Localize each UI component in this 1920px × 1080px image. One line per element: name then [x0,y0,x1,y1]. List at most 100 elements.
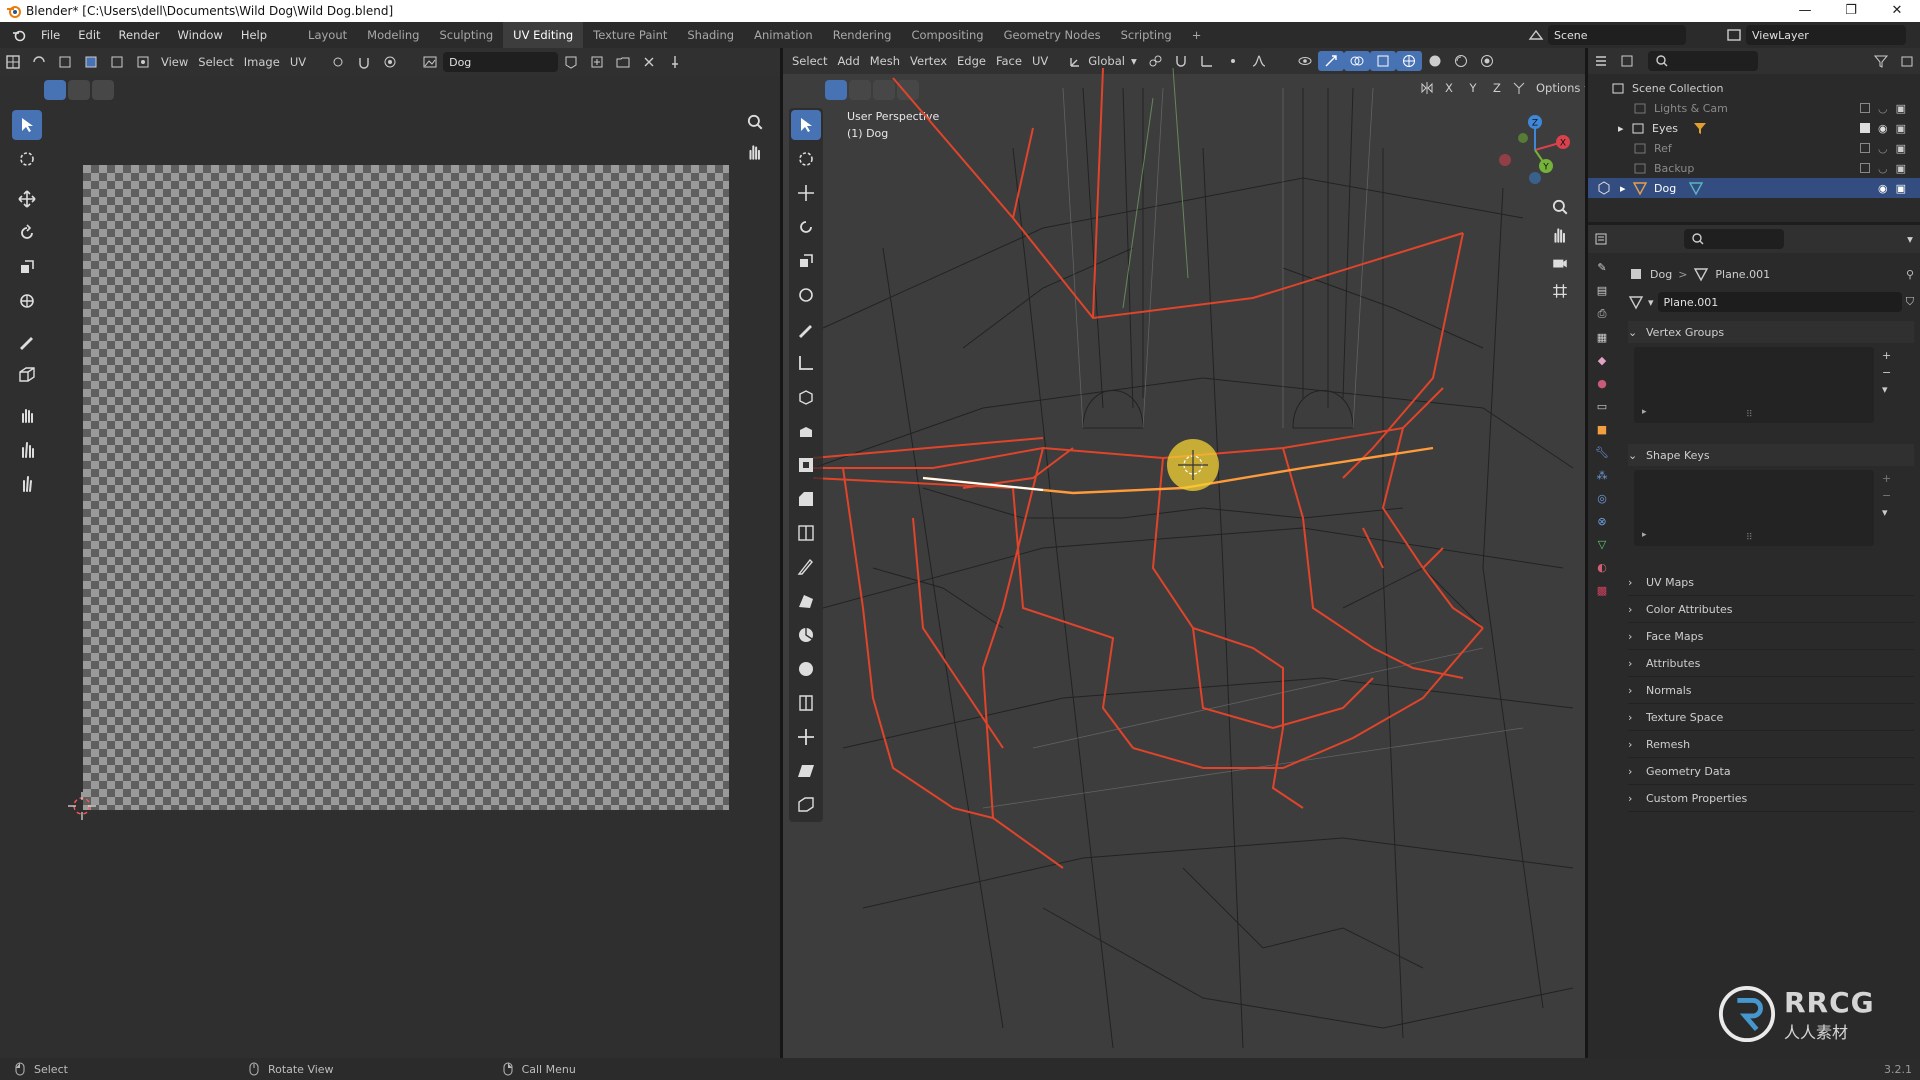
render-camera-icon[interactable]: ▣ [1896,122,1906,135]
open-image-icon[interactable] [610,52,636,72]
dog-mesh-wireframe[interactable] [783,48,1585,1058]
inset-tool-icon[interactable] [791,450,821,480]
view-layer-tab-icon[interactable]: ▦ [1597,331,1607,344]
sync-selection-icon[interactable] [26,52,52,72]
panel-face-maps[interactable]: › Face Maps [1628,623,1914,650]
camera-view-icon[interactable] [1551,254,1569,272]
select-box-tool-icon[interactable] [12,110,42,140]
tab-scripting[interactable]: Scripting [1111,22,1182,48]
rotate-tool-icon[interactable] [12,218,42,248]
list-resize-handle-icon[interactable]: ⠿ [1746,533,1753,543]
vertex-groups-list[interactable]: ▸ ⠿ [1634,347,1874,423]
collection-tab-icon[interactable]: ▭ [1597,400,1607,413]
snap-icon[interactable] [351,52,377,72]
exclude-checkbox[interactable] [1860,163,1870,173]
menu-edit[interactable]: Edit [69,22,109,48]
tab-layout[interactable]: Layout [298,22,357,48]
scene-collection-row[interactable]: Scene Collection [1588,78,1920,98]
panel-shape-keys[interactable]: ⌄ Shape Keys [1628,444,1914,466]
outliner-search-field[interactable] [1648,51,1758,71]
panel-color-attributes[interactable]: › Color Attributes [1628,596,1914,623]
uv-select-mode-icon[interactable] [130,52,156,72]
hidden-eye-icon[interactable]: ◡ [1878,142,1888,155]
vp-rotate-tool-icon[interactable] [791,212,821,242]
vertex-select-mode-icon[interactable] [52,52,78,72]
panel-vertex-groups[interactable]: ⌄ Vertex Groups [1628,321,1914,343]
uv-checker-image[interactable] [83,165,729,810]
editor-type-icon[interactable] [0,52,26,72]
eye-icon[interactable]: ◉ [1878,122,1888,135]
blender-menu-icon[interactable] [6,25,32,45]
exclude-checkbox[interactable] [1860,123,1870,133]
face-select-mode-icon[interactable] [104,52,130,72]
properties-options-chevron-icon[interactable]: ▾ [1900,229,1920,249]
select-mode-new-icon[interactable] [44,80,66,100]
render-camera-icon[interactable]: ▣ [1896,102,1906,115]
uv-menu-image[interactable]: Image [239,52,285,72]
particles-tab-icon[interactable]: ⁂ [1597,469,1608,482]
pinch-tool-icon[interactable] [12,468,42,498]
grab-tool-icon[interactable] [12,400,42,430]
scene-tab-icon[interactable]: ◆ [1598,354,1606,367]
world-tab-icon[interactable]: ● [1597,377,1607,390]
exclude-checkbox[interactable] [1860,103,1870,113]
add-shape-key-button[interactable]: + [1882,472,1891,485]
menu-file[interactable]: File [32,22,69,48]
unlink-image-icon[interactable] [636,52,662,72]
smooth-tool-icon[interactable] [791,654,821,684]
physics-tab-icon[interactable]: ◎ [1597,492,1607,505]
menu-window[interactable]: Window [168,22,231,48]
move-tool-icon[interactable] [12,184,42,214]
tab-uv-editing[interactable]: UV Editing [503,22,584,48]
tab-texture-paint[interactable]: Texture Paint [583,22,677,48]
list-resize-handle-icon[interactable]: ⠿ [1746,410,1753,420]
uv-menu-select[interactable]: Select [193,52,238,72]
fake-user-icon[interactable] [558,52,584,72]
zoom-icon[interactable] [746,113,764,131]
list-expand-icon[interactable]: ▸ [1642,407,1647,417]
constraints-tab-icon[interactable]: ⊗ [1597,515,1606,528]
image-name-field[interactable]: Dog [443,52,559,72]
exclude-checkbox[interactable] [1860,143,1870,153]
proportional-edit-icon[interactable] [377,52,403,72]
properties-editor-type-icon[interactable] [1588,229,1614,249]
panel-attributes[interactable]: › Attributes [1628,650,1914,677]
edge-slide-tool-icon[interactable] [791,688,821,718]
uv-menu-uv[interactable]: UV [285,52,311,72]
loop-cut-tool-icon[interactable] [791,518,821,548]
fake-user-shield-icon[interactable]: ⛉ [1906,295,1914,309]
data-tab-icon[interactable]: ▽ [1598,538,1606,551]
remove-vertex-group-button[interactable]: − [1882,366,1891,379]
tab-compositing[interactable]: Compositing [901,22,993,48]
pan-view-icon[interactable] [1551,226,1569,244]
tab-shading[interactable]: Shading [677,22,744,48]
transform-tool-icon[interactable] [12,286,42,316]
object-tab-icon[interactable]: ■ [1597,423,1607,436]
tab-sculpting[interactable]: Sculpting [429,22,503,48]
knife-tool-icon[interactable] [791,552,821,582]
mesh-browse-icon[interactable] [1628,294,1644,310]
restore-button[interactable]: ❐ [1828,0,1874,22]
panel-normals[interactable]: › Normals [1628,677,1914,704]
navigation-gizmo[interactable]: X Z Y [1483,110,1573,200]
menu-help[interactable]: Help [232,22,276,48]
menu-render[interactable]: Render [110,22,169,48]
list-expand-icon[interactable]: ▸ [1642,530,1647,540]
select-mode-extend-icon[interactable] [68,80,90,100]
annotate-tool-icon[interactable] [12,326,42,356]
add-workspace-button[interactable]: + [1182,22,1212,48]
render-camera-icon[interactable]: ▣ [1896,162,1906,175]
render-tab-icon[interactable]: ▤ [1597,284,1607,297]
tab-animation[interactable]: Animation [744,22,823,48]
scene-selector[interactable]: Scene [1548,25,1686,45]
tool-tab-icon[interactable]: ✎ [1597,261,1606,274]
material-tab-icon[interactable]: ◐ [1597,561,1607,574]
vp-cursor-tool-icon[interactable] [791,144,821,174]
tab-modeling[interactable]: Modeling [357,22,429,48]
relax-tool-icon[interactable] [12,434,42,464]
hidden-eye-icon[interactable]: ◡ [1878,102,1888,115]
vertex-group-specials-chevron-icon[interactable]: ▾ [1882,383,1891,396]
poly-build-tool-icon[interactable] [791,586,821,616]
hidden-eye-icon[interactable]: ◡ [1878,162,1888,175]
pin-icon[interactable] [662,52,688,72]
